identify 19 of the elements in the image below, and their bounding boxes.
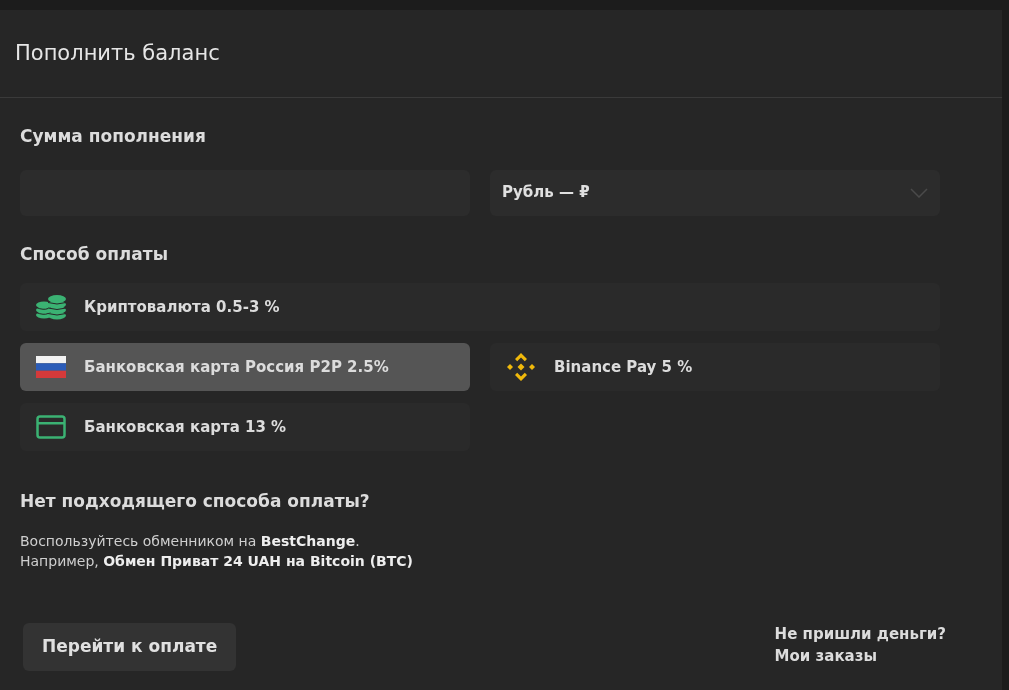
help-text: Например, Обмен Приват 24 UAH на Bitcoin (BTC): [20, 551, 414, 571]
link[interactable]: Не пришли деньги?: [774, 622, 946, 645]
currency-dropdown[interactable]: Рубль — ₽: [490, 169, 940, 216]
payment-method-option[interactable]: Банковская карта 13 %: [20, 403, 470, 451]
section-label: Сумма пополнения: [20, 125, 207, 148]
link[interactable]: Мои заказы: [774, 644, 877, 667]
help-text: Воспользуйтесь обменником на BestChange.: [20, 531, 361, 551]
coins-icon: [35, 294, 67, 320]
proceed-to-payment-button[interactable]: Перейти к оплате: [23, 622, 237, 671]
credit-card-icon: [36, 415, 66, 439]
dialog-title: Пополнить баланс: [15, 39, 220, 67]
diamond-logo-icon: [506, 352, 536, 382]
section-heading: Нет подходящего способа оплаты?: [20, 490, 371, 513]
chevron-down-icon: [910, 187, 928, 198]
section-label: Способ оплаты: [20, 242, 170, 266]
russia-flag-icon: [36, 356, 66, 378]
payment-method-option[interactable]: Криптовалюта 0.5-3 %: [20, 283, 940, 331]
payment-method-option[interactable]: Банковская карта Россия P2P 2.5%: [20, 343, 470, 391]
payment-method-option[interactable]: Binance Pay 5 %: [490, 343, 940, 391]
